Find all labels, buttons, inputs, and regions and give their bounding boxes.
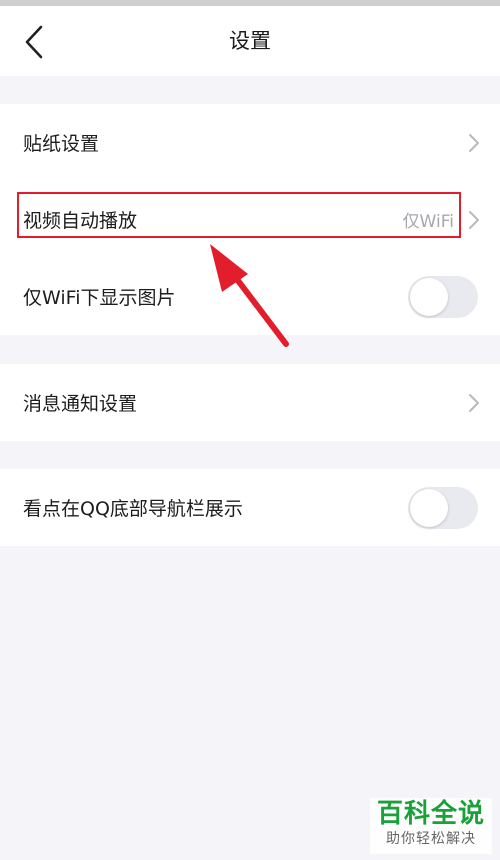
watermark-title: 百科全说 — [376, 799, 485, 829]
row-notification-settings[interactable]: 消息通知设置 — [0, 364, 500, 441]
row-sticker-settings[interactable]: 贴纸设置 — [0, 104, 500, 181]
chevron-left-icon — [25, 25, 43, 59]
annotation-arrow — [210, 244, 289, 347]
row-label: 仅WiFi下显示图片 — [23, 287, 176, 309]
watermark-subtitle: 助你轻松解决 — [386, 831, 476, 847]
qq-nav-display-toggle[interactable] — [408, 486, 478, 529]
chevron-right-icon — [469, 133, 479, 152]
settings-group-3: 看点在QQ底部导航栏展示 — [0, 469, 500, 546]
chevron-right-icon — [469, 393, 479, 412]
row-label: 贴纸设置 — [23, 133, 100, 155]
row-qq-nav-display: 看点在QQ底部导航栏展示 — [0, 469, 500, 546]
toggle-knob — [410, 488, 448, 527]
back-button[interactable] — [14, 22, 54, 62]
row-label: 看点在QQ底部导航栏展示 — [23, 498, 243, 520]
wifi-images-toggle[interactable] — [408, 275, 478, 318]
watermark: 百科全说 助你轻松解决 — [370, 798, 492, 854]
highlight-box — [17, 192, 461, 238]
page-title: 设置 — [229, 29, 271, 53]
chevron-right-icon — [469, 210, 479, 229]
toggle-knob — [410, 277, 448, 316]
settings-group-2: 消息通知设置 — [0, 364, 500, 441]
row-label: 消息通知设置 — [23, 393, 138, 415]
nav-bar: 设置 — [0, 6, 500, 76]
